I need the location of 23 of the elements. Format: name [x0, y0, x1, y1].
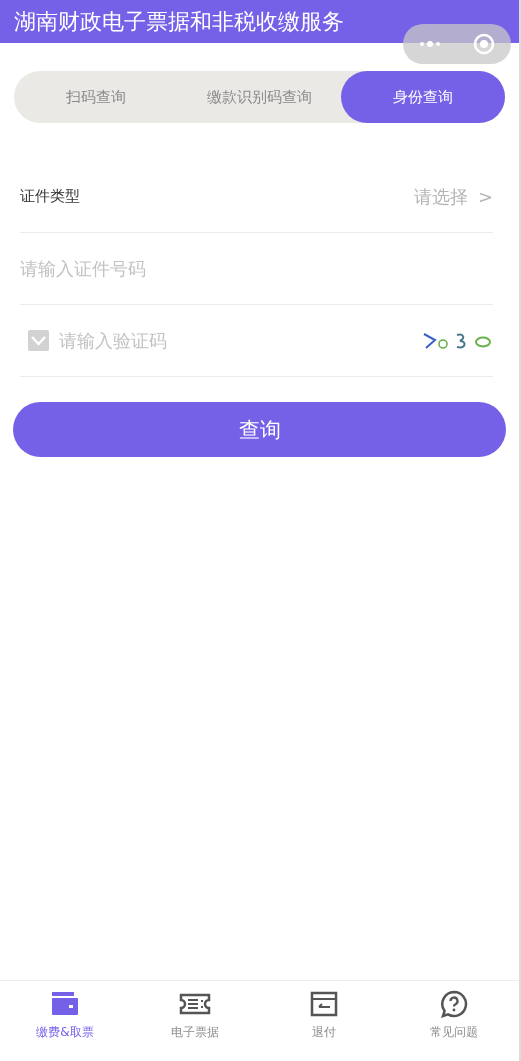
select-field[interactable]: 请选择 > — [413, 184, 493, 209]
nav-item[interactable]: 常见问题 — [389, 981, 519, 1061]
tab[interactable]: 扫码查询 — [14, 71, 178, 123]
check-icon — [31, 335, 46, 346]
more-icon[interactable] — [419, 40, 441, 48]
checkbox[interactable] — [28, 330, 49, 351]
nav-label: 缴费&取票 — [36, 1024, 94, 1041]
refund-icon — [310, 990, 339, 1018]
tab[interactable]: 缴款识别码查询 — [177, 71, 341, 123]
wallet-icon — [50, 990, 79, 1018]
close-icon[interactable] — [473, 33, 495, 55]
nav-item[interactable]: 缴费&取票 — [0, 981, 130, 1061]
nav-label: 常见问题 — [430, 1024, 479, 1041]
tab[interactable]: 身份查询 — [341, 71, 505, 123]
nav-item[interactable]: 退付 — [259, 981, 390, 1061]
help-icon — [440, 990, 469, 1018]
field-label: 证件类型 — [20, 187, 80, 206]
nav-label: 电子票据 — [170, 1024, 219, 1041]
window-title: 湖南财政电子票据和非税收缴服务 — [14, 7, 344, 36]
nav-item[interactable]: 电子票据 — [129, 981, 260, 1061]
nav-label: 退付 — [312, 1024, 337, 1041]
chevron-icon: > — [477, 186, 493, 207]
query-button[interactable]: 查询 — [13, 402, 506, 457]
